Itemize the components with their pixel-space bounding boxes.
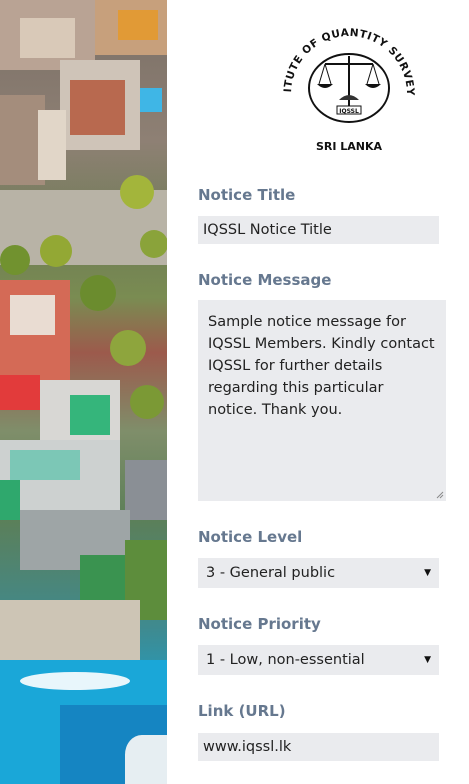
notice-title-label: Notice Title <box>198 186 296 204</box>
notice-level-value: 3 - General public <box>206 565 336 581</box>
aerial-city-photo <box>0 0 167 784</box>
notice-form: INSTITUTE OF QUANTITY SURVEYORS IQSSL SR… <box>167 0 469 784</box>
notice-priority-value: 1 - Low, non-essential <box>206 652 365 668</box>
notice-message-label: Notice Message <box>198 271 332 289</box>
iqssl-logo: INSTITUTE OF QUANTITY SURVEYORS IQSSL SR… <box>277 14 416 153</box>
resize-grip-icon[interactable] <box>436 491 444 499</box>
link-url-input[interactable]: www.iqssl.lk <box>198 733 439 761</box>
notice-message-textarea[interactable]: Sample notice message for IQSSL Members.… <box>198 300 446 501</box>
notice-priority-select[interactable]: 1 - Low, non-essential ▼ <box>198 645 439 675</box>
svg-text:INSTITUTE OF QUANTITY SURVEYOR: INSTITUTE OF QUANTITY SURVEYORS <box>277 14 416 96</box>
logo-country-text: SRI LANKA <box>316 140 383 153</box>
notice-priority-label: Notice Priority <box>198 615 321 633</box>
link-url-label: Link (URL) <box>198 702 286 720</box>
logo-badge-text: IQSSL <box>339 108 359 115</box>
notice-level-label: Notice Level <box>198 528 303 546</box>
logo-arc-text: INSTITUTE OF QUANTITY SURVEYORS <box>277 14 416 96</box>
notice-title-input[interactable]: IQSSL Notice Title <box>198 216 439 244</box>
chevron-down-icon: ▼ <box>424 568 431 578</box>
notice-level-select[interactable]: 3 - General public ▼ <box>198 558 439 588</box>
chevron-down-icon: ▼ <box>424 655 431 665</box>
notice-message-text: Sample notice message for IQSSL Members.… <box>208 314 435 418</box>
